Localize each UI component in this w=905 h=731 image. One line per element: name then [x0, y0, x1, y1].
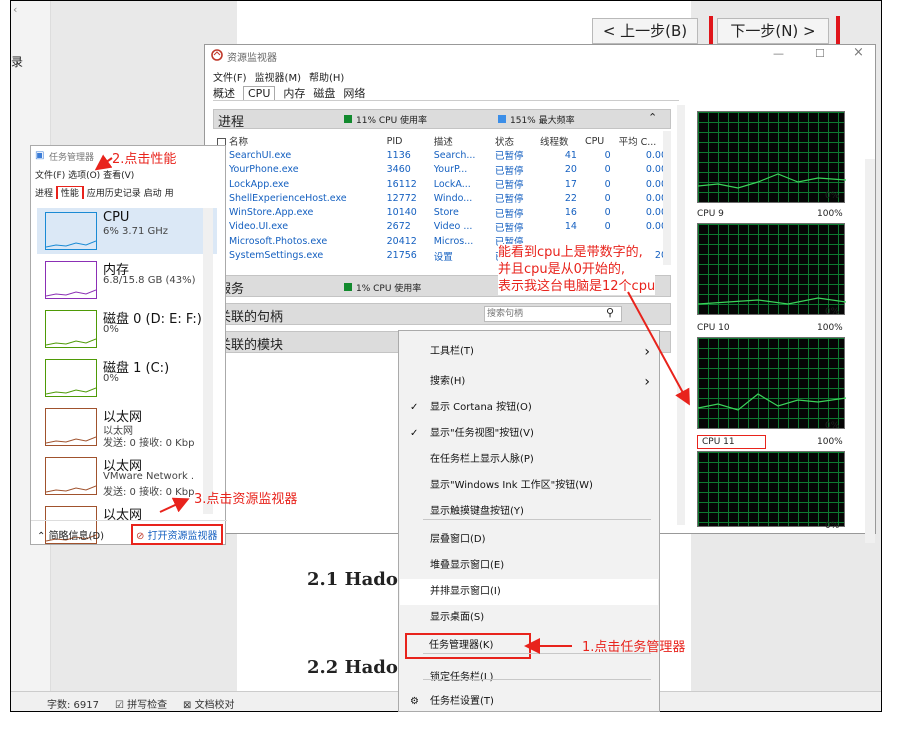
arrow-step3: [159, 497, 190, 513]
arrow-step2: [94, 154, 113, 171]
arrow-note: [627, 291, 690, 406]
annotation-arrows: [94, 154, 690, 654]
